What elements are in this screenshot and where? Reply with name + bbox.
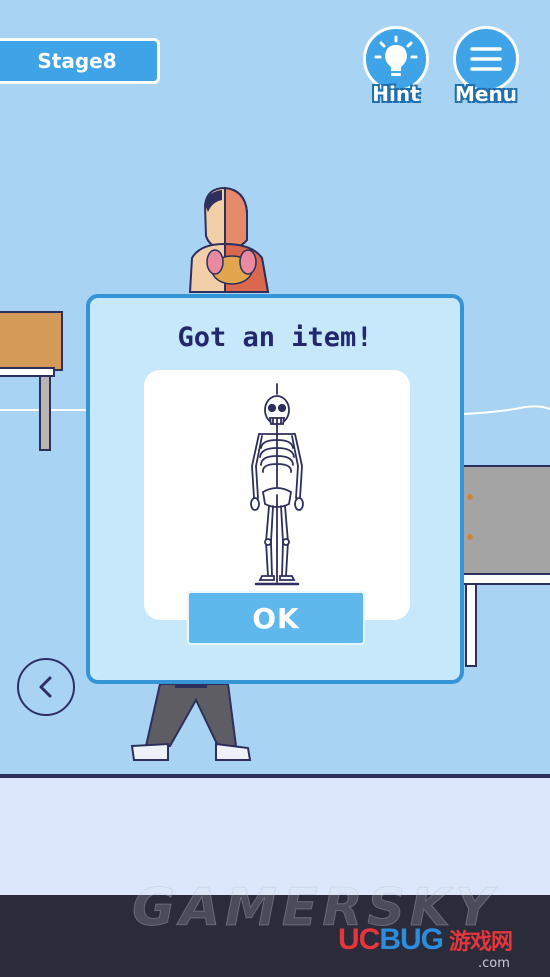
back-button[interactable] [17,658,75,716]
logo-uc: UC [338,923,380,956]
ucbug-logo: UCBUG 游戏网 [338,923,513,957]
left-desk[interactable] [0,311,63,451]
character-legs[interactable] [130,683,252,761]
game-scene: Stage8 Hint Menu Got an item! OK GAMERSK… [0,0,550,977]
logo-domain: .com [478,956,510,971]
menu-label[interactable]: Menu [447,82,525,106]
item-card [144,370,410,620]
skeleton-item-image [250,383,304,586]
dialog-title: Got an item! [177,322,373,353]
logo-cn: 游戏网 [449,929,513,954]
chevron-left-icon [39,676,52,698]
item-dialog: Got an item! OK [86,294,464,684]
hint-label[interactable]: Hint [363,82,429,106]
right-table[interactable] [461,405,550,667]
hamburger-menu-icon [470,47,502,71]
ok-button[interactable]: OK [187,591,365,645]
stage-indicator: Stage8 [0,38,160,84]
anatomy-model[interactable] [188,186,270,293]
logo-bug: BUG [379,923,444,956]
lightbulb-icon [374,35,418,76]
